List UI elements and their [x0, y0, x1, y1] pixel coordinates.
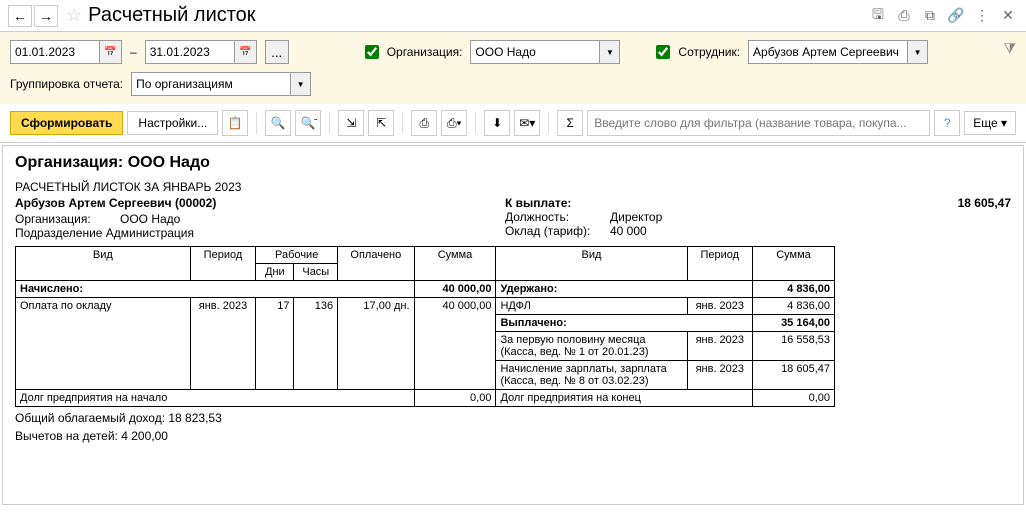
date-to-calendar-icon[interactable]: 📅: [235, 40, 257, 64]
print-settings-button[interactable]: ⎙▾: [441, 110, 467, 136]
report-org-header: Организация: ООО Надо: [15, 154, 1011, 172]
find-button[interactable]: 🔍: [265, 110, 291, 136]
save-icon[interactable]: 🖫: [868, 6, 888, 26]
print-icon[interactable]: ⎙: [894, 6, 914, 26]
org-dropdown-icon[interactable]: ▼: [600, 40, 620, 64]
settings-button[interactable]: Настройки...: [127, 111, 218, 135]
report-period: РАСЧЕТНЫЙ ЛИСТОК ЗА ЯНВАРЬ 2023: [15, 180, 1011, 194]
filter-icon[interactable]: ⧩: [1004, 40, 1017, 57]
child-deductions: Вычетов на детей: 4 200,00: [15, 429, 1011, 443]
back-button[interactable]: ←: [8, 5, 32, 27]
more-button[interactable]: Еще ▾: [964, 111, 1016, 135]
save-file-button[interactable]: ⬇: [484, 110, 510, 136]
email-button[interactable]: ✉▾: [514, 110, 540, 136]
favorite-icon[interactable]: ☆: [66, 5, 82, 26]
collapse-button[interactable]: ⇱: [368, 110, 394, 136]
grouping-label: Группировка отчета:: [10, 77, 123, 91]
org-select[interactable]: [470, 40, 600, 64]
payslip-table: Вид Период Рабочие Оплачено Сумма Вид Пе…: [15, 246, 835, 407]
date-from-calendar-icon[interactable]: 📅: [100, 40, 122, 64]
employee-dropdown-icon[interactable]: ▼: [908, 40, 928, 64]
help-button[interactable]: ?: [934, 110, 960, 136]
employee-name: Арбузов Артем Сергеевич (00002): [15, 196, 505, 210]
date-separator: –: [130, 45, 137, 59]
grouping-dropdown-icon[interactable]: ▼: [291, 72, 311, 96]
org-label: Организация:: [387, 45, 463, 59]
find-next-button[interactable]: 🔍̄: [295, 110, 321, 136]
employee-select[interactable]: [748, 40, 908, 64]
date-from-input[interactable]: [10, 40, 100, 64]
preview-icon[interactable]: ⧉: [920, 6, 940, 26]
sum-button[interactable]: Σ: [557, 110, 583, 136]
generate-button[interactable]: Сформировать: [10, 111, 123, 135]
page-title: Расчетный листок: [88, 4, 868, 27]
period-choose-button[interactable]: ...: [265, 40, 289, 64]
forward-button[interactable]: →: [34, 5, 58, 27]
link-icon[interactable]: 🔗: [946, 6, 966, 26]
grouping-select[interactable]: [131, 72, 291, 96]
report-area: Организация: ООО Надо РАСЧЕТНЫЙ ЛИСТОК З…: [2, 145, 1024, 505]
date-to-input[interactable]: [145, 40, 235, 64]
org-checkbox[interactable]: [365, 45, 379, 59]
employee-label: Сотрудник:: [678, 45, 740, 59]
copy-settings-button[interactable]: 📋: [222, 110, 248, 136]
expand-button[interactable]: ⇲: [338, 110, 364, 136]
employee-checkbox[interactable]: [656, 45, 670, 59]
department: Подразделение Администрация: [15, 226, 505, 240]
close-icon[interactable]: ✕: [998, 6, 1018, 26]
print-button[interactable]: ⎙: [411, 110, 437, 136]
more-menu-icon[interactable]: ⋮: [972, 6, 992, 26]
taxable-income: Общий облагаемый доход: 18 823,53: [15, 411, 1011, 425]
filter-input[interactable]: [587, 110, 930, 136]
